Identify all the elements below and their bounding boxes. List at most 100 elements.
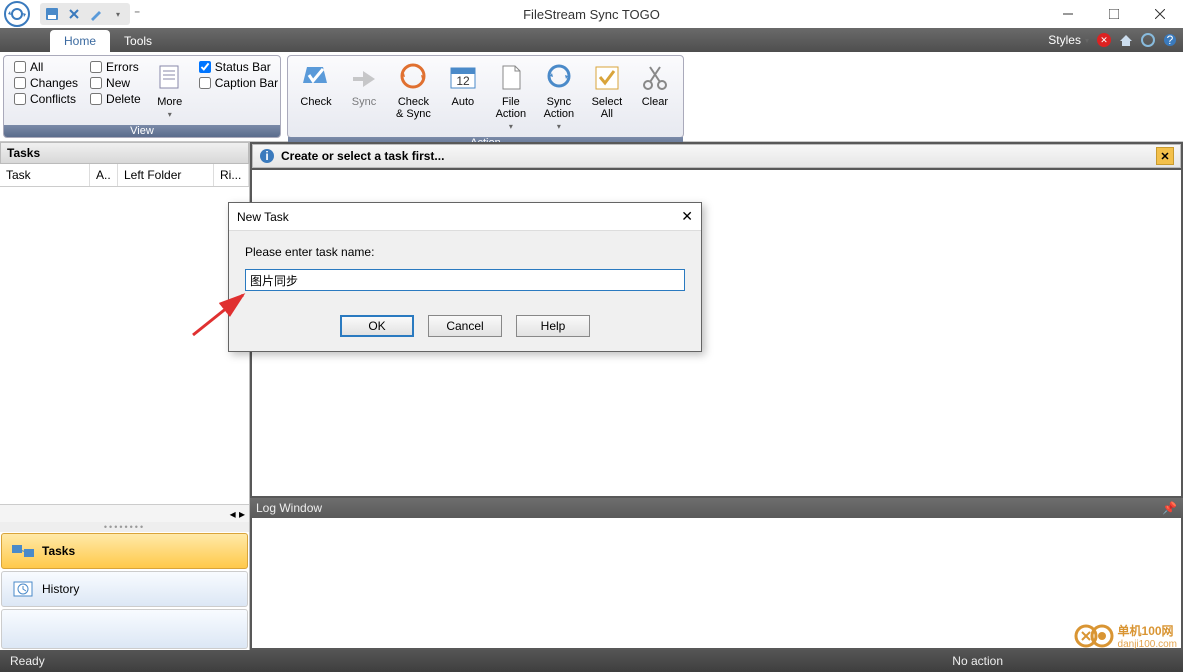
col-task[interactable]: Task	[0, 164, 90, 186]
check-changes[interactable]: Changes	[14, 76, 78, 90]
minimize-button[interactable]	[1045, 0, 1091, 28]
tasks-header: Tasks	[0, 142, 249, 164]
save-icon[interactable]	[44, 6, 60, 22]
check-errors[interactable]: Errors	[90, 60, 141, 74]
auto-label: Auto	[452, 96, 475, 108]
dialog-titlebar[interactable]: New Task ✕	[229, 203, 701, 231]
history-icon	[12, 580, 34, 598]
status-no-action: No action	[952, 654, 1003, 668]
check-sync-icon	[397, 62, 429, 94]
titlebar: ▾ ⁼ FileStream Sync TOGO	[0, 0, 1183, 28]
nav-history[interactable]: History	[1, 571, 248, 607]
nav-spacer	[1, 609, 248, 649]
app-logo	[0, 0, 38, 28]
clear-button[interactable]: Clear	[633, 60, 677, 133]
task-columns: Task A.. Left Folder Ri...	[0, 164, 249, 187]
chevron-down-icon: ▾	[1085, 36, 1089, 45]
status-ready: Ready	[10, 654, 45, 668]
tab-tools[interactable]: Tools	[110, 30, 166, 52]
brush-icon[interactable]	[88, 6, 104, 22]
maximize-button[interactable]	[1091, 0, 1137, 28]
task-name-input[interactable]	[245, 269, 685, 291]
check-conflicts[interactable]: Conflicts	[14, 92, 78, 106]
col-left-folder[interactable]: Left Folder	[118, 164, 214, 186]
chevron-down-icon: ▾	[168, 110, 172, 119]
check-delete[interactable]: Delete	[90, 92, 141, 106]
window-controls	[1045, 0, 1183, 28]
svg-text:?: ?	[1167, 33, 1174, 47]
left-pane: Tasks Task A.. Left Folder Ri... ◂ ▸ •••…	[0, 142, 250, 650]
watermark-text-1: 单机100网	[1118, 622, 1177, 639]
check-all[interactable]: All	[14, 60, 78, 74]
help-icon[interactable]: ?	[1163, 33, 1177, 47]
styles-dropdown[interactable]: Styles ▾	[1048, 33, 1089, 47]
quick-access-toolbar: ▾	[40, 3, 130, 25]
menubar-right: Styles ▾ ✕ ?	[1048, 28, 1177, 52]
check-sync-button[interactable]: Check & Sync	[390, 60, 437, 133]
info-bar: i Create or select a task first... ✕	[252, 144, 1181, 168]
menubar: Home Tools Styles ▾ ✕ ?	[0, 28, 1183, 52]
help-button[interactable]: Help	[516, 315, 590, 337]
info-close-button[interactable]: ✕	[1156, 147, 1174, 165]
sync-action-button[interactable]: Sync Action▾	[537, 60, 581, 133]
scissors-icon	[639, 62, 671, 94]
notif-icon[interactable]: ✕	[1097, 33, 1111, 47]
nav-tasks[interactable]: Tasks	[1, 533, 248, 569]
watermark-text-2: danji100.com	[1118, 639, 1177, 650]
more-button[interactable]: More ▾	[149, 60, 191, 121]
log-body[interactable]	[252, 518, 1181, 648]
cancel-button[interactable]: Cancel	[428, 315, 502, 337]
sync-icon	[348, 62, 380, 94]
sync-action-icon	[543, 62, 575, 94]
ok-button[interactable]: OK	[340, 315, 414, 337]
close-x-icon[interactable]	[66, 6, 82, 22]
home-icon[interactable]	[1119, 33, 1133, 47]
pin-icon[interactable]: 📌	[1162, 501, 1177, 515]
log-window-label: Log Window	[256, 501, 322, 515]
more-label: More	[157, 96, 182, 108]
log-header[interactable]: Log Window 📌	[250, 498, 1183, 518]
check-sync-label: Check & Sync	[396, 96, 431, 120]
task-list[interactable]	[0, 187, 249, 504]
svg-text:12: 12	[456, 74, 470, 88]
sync-small-icon[interactable]	[1141, 33, 1155, 47]
dialog-close-button[interactable]: ✕	[681, 208, 693, 225]
sync-action-label: Sync Action	[544, 96, 575, 120]
info-text: Create or select a task first...	[281, 149, 444, 163]
nav-history-label: History	[42, 582, 79, 596]
col-a[interactable]: A..	[90, 164, 118, 186]
scroll-left-icon[interactable]: ◂	[230, 507, 236, 521]
check-button[interactable]: Check	[294, 60, 338, 133]
ribbon-group-view: All Changes Conflicts Errors New Delete …	[3, 55, 281, 138]
check-new[interactable]: New	[90, 76, 141, 90]
statusbar: Ready No action	[0, 650, 1183, 672]
check-all-label: All	[30, 60, 43, 74]
ribbon-group-view-label: View	[4, 125, 280, 137]
splitter-grip[interactable]: ••••••••	[0, 522, 249, 532]
h-scrollbar[interactable]: ◂ ▸	[0, 504, 249, 522]
chevron-down-icon: ▾	[509, 122, 513, 131]
close-button[interactable]	[1137, 0, 1183, 28]
select-all-button[interactable]: Select All	[585, 60, 629, 133]
file-action-button[interactable]: File Action▾	[489, 60, 533, 133]
qat-overflow[interactable]: ⁼	[134, 7, 140, 21]
sync-button[interactable]: Sync	[342, 60, 386, 133]
qat-dropdown-icon[interactable]: ▾	[110, 6, 126, 22]
auto-button[interactable]: 12 Auto	[441, 60, 485, 133]
app-title: FileStream Sync TOGO	[523, 7, 660, 22]
ribbon: All Changes Conflicts Errors New Delete …	[0, 52, 1183, 142]
check-label: Check	[300, 96, 331, 108]
styles-label: Styles	[1048, 33, 1081, 47]
tab-home[interactable]: Home	[50, 30, 110, 52]
new-task-dialog: New Task ✕ Please enter task name: OK Ca…	[228, 202, 702, 352]
check-new-label: New	[106, 76, 130, 90]
dialog-prompt: Please enter task name:	[245, 245, 685, 259]
check-conflicts-label: Conflicts	[30, 92, 76, 106]
check-caption-bar[interactable]: Caption Bar	[199, 76, 278, 90]
check-status-bar[interactable]: Status Bar	[199, 60, 278, 74]
select-all-label: Select All	[592, 96, 623, 120]
dialog-title: New Task	[237, 210, 289, 224]
col-right-folder[interactable]: Ri...	[214, 164, 249, 186]
calendar-icon: 12	[447, 62, 479, 94]
scroll-right-icon[interactable]: ▸	[239, 507, 245, 521]
